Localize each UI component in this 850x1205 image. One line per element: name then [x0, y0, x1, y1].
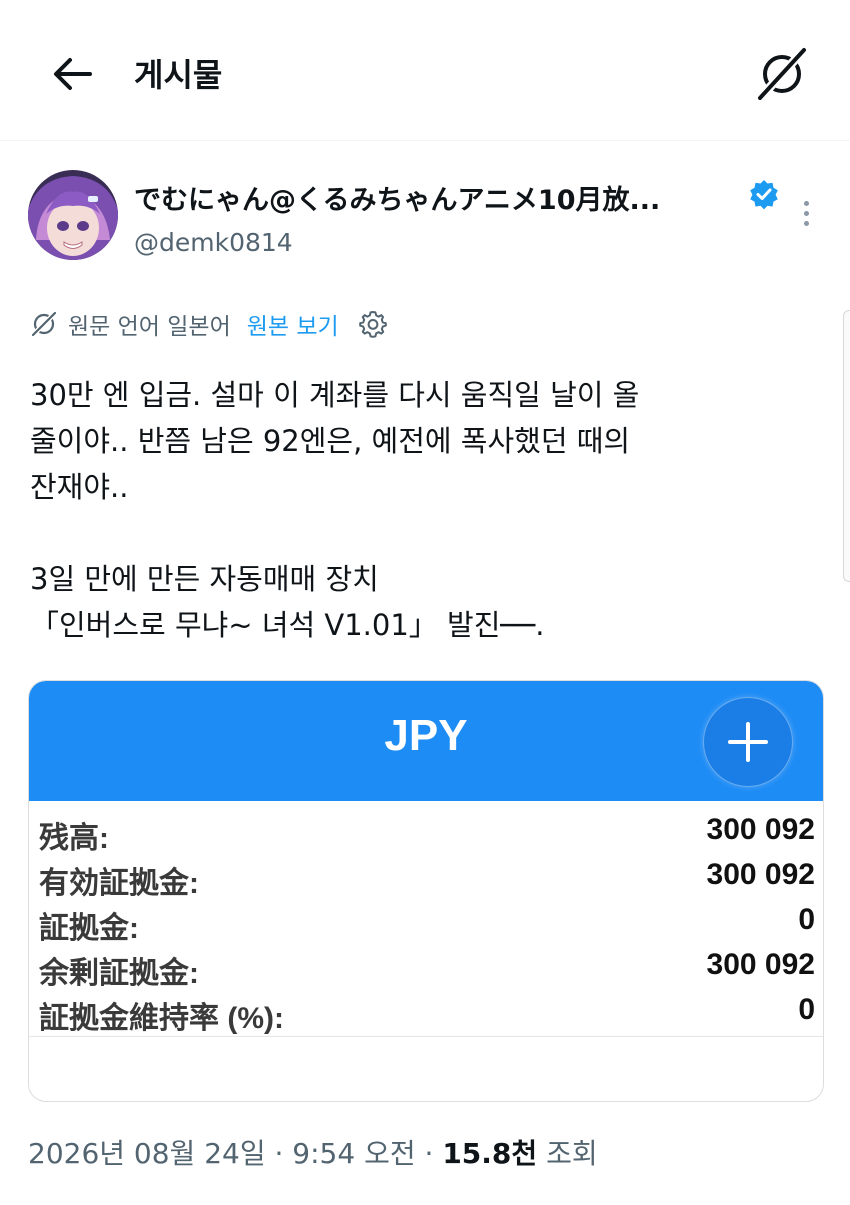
avatar[interactable] — [28, 170, 118, 260]
back-button[interactable] — [48, 52, 96, 96]
author-display-name[interactable]: でむにゃん@くるみちゃんアニメ10月放... — [134, 178, 660, 217]
plus-icon — [728, 722, 768, 762]
balance-table: 残高: 300 092 有効証拠金: 300 092 証拠金: 0 余剰証拠金:… — [29, 809, 823, 1035]
translate-globe-icon — [31, 311, 57, 337]
meta-separator: · — [424, 1137, 434, 1170]
translate-button[interactable] — [752, 44, 812, 104]
divider — [29, 1036, 823, 1037]
view-label: 조회 — [546, 1137, 598, 1170]
balance-row: 余剰証拠金: 300 092 — [29, 944, 823, 990]
post-meta: 2026년 08월 24일 · 9:54 오전 · 15.8천 조회 — [28, 1132, 598, 1172]
balance-row-value: 300 092 — [706, 948, 815, 981]
avatar-image — [28, 170, 118, 260]
balance-row: 有効証拠金: 300 092 — [29, 854, 823, 900]
translate-globe-icon — [756, 46, 808, 102]
arrow-left-icon — [54, 58, 92, 90]
gear-icon[interactable] — [357, 308, 389, 340]
balance-row: 証拠金維持率 (%): 0 — [29, 989, 823, 1035]
balance-row-label: 証拠金: — [39, 912, 139, 945]
more-options-button[interactable] — [796, 198, 816, 234]
balance-row-value: 0 — [798, 993, 815, 1026]
author-handle[interactable]: @demk0814 — [134, 228, 293, 257]
more-dot-icon — [803, 201, 809, 206]
balance-row-value: 0 — [798, 903, 815, 936]
translation-bar: 원문 언어 일본어 원본 보기 — [30, 306, 389, 342]
balance-row-label: 証拠金維持率 (%): — [39, 1002, 284, 1035]
tweet-text: 30만 엔 입금. 설마 이 계좌를 다시 움직일 날이 올 줄이야.. 반쯤 … — [30, 378, 640, 642]
more-dot-icon — [803, 211, 809, 216]
page-title: 게시물 — [134, 56, 223, 94]
top-bar: 게시물 — [0, 0, 850, 141]
balance-row: 証拠金: 0 — [29, 899, 823, 945]
source-language-label: 원문 언어 일본어 — [68, 314, 231, 340]
balance-row-label: 余剰証拠金: — [39, 957, 199, 990]
balance-row: 残高: 300 092 — [29, 809, 823, 855]
attached-image[interactable]: JPY 残高: 300 092 有効証拠金: 300 092 証拠金: 0 余剰… — [28, 680, 824, 1102]
balance-row-value: 300 092 — [706, 813, 815, 846]
balance-row-label: 有効証拠金: — [39, 867, 199, 900]
balance-row-value: 300 092 — [706, 858, 815, 891]
balance-row-label: 残高: — [39, 822, 109, 855]
view-count: 15.8천 — [442, 1137, 538, 1170]
scrollbar[interactable] — [843, 310, 850, 582]
view-original-link[interactable]: 원본 보기 — [247, 307, 339, 341]
more-dot-icon — [803, 221, 809, 226]
verified-badge-icon — [748, 178, 780, 210]
balance-header: JPY — [29, 681, 823, 801]
post-timestamp[interactable]: 2026년 08월 24일 · 9:54 오전 — [28, 1137, 416, 1170]
add-button — [703, 697, 793, 787]
